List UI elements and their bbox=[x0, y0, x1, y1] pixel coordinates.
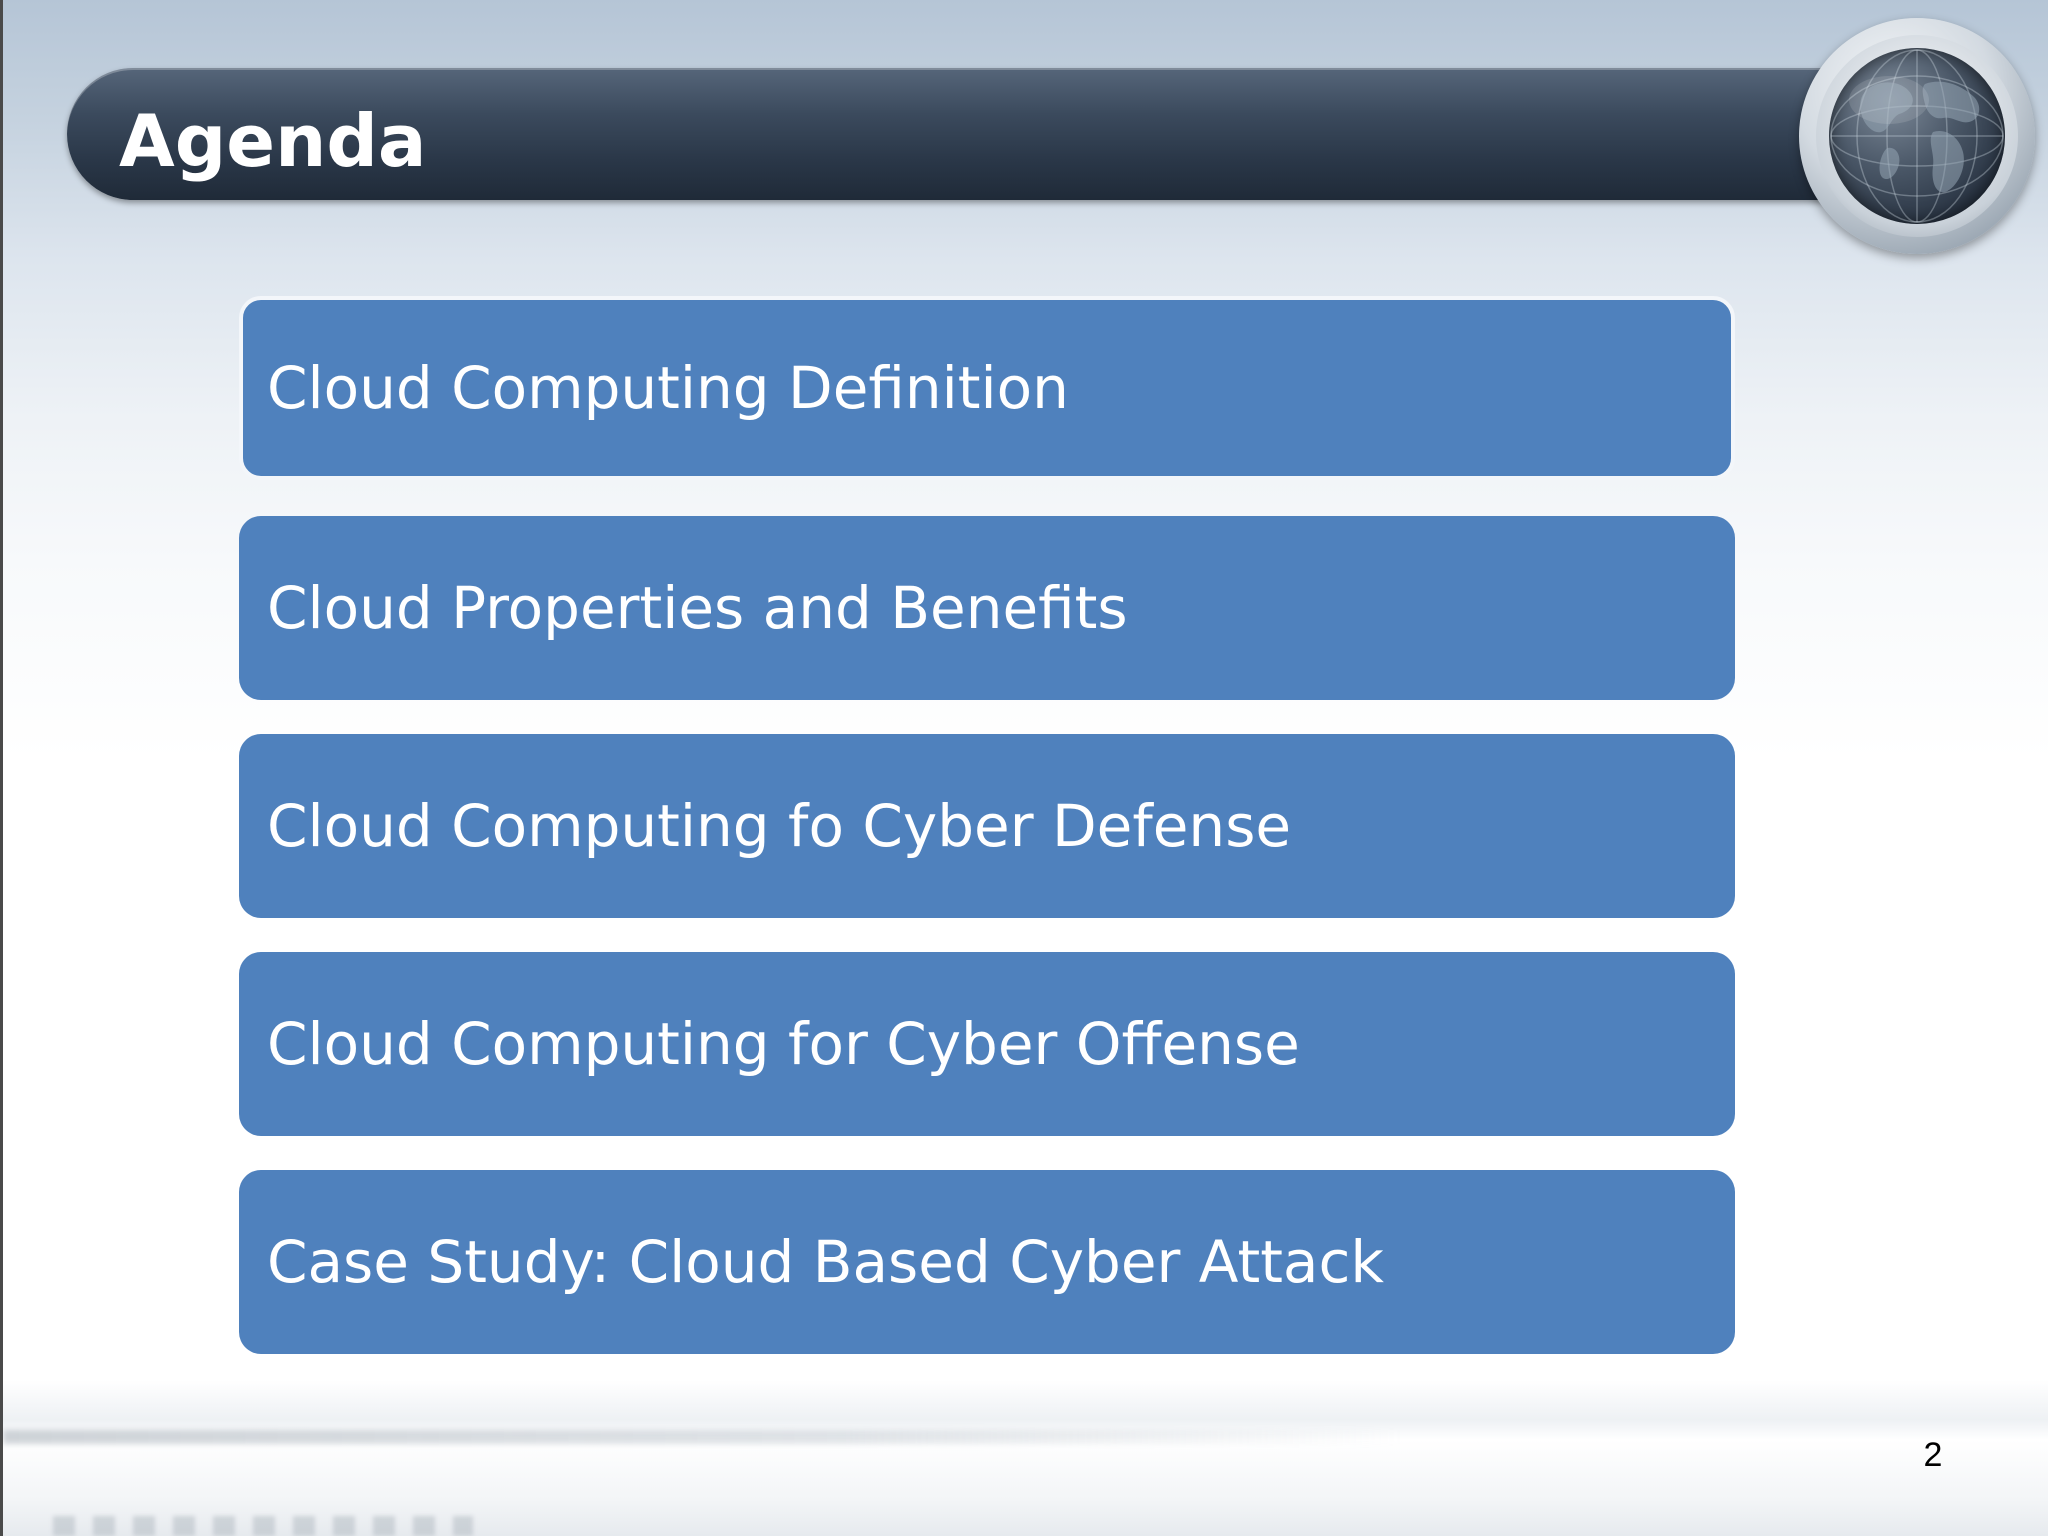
slide: Agenda Cloud Computing Definition Cloud … bbox=[0, 0, 2048, 1536]
agenda-item-label: Case Study: Cloud Based Cyber Attack bbox=[267, 1228, 1384, 1296]
agenda-item-cloud-properties-benefits[interactable]: Cloud Properties and Benefits bbox=[239, 516, 1735, 700]
slide-title: Agenda bbox=[119, 99, 427, 183]
decorative-streak bbox=[3, 1430, 1403, 1444]
agenda-item-cyber-offense[interactable]: Cloud Computing for Cyber Offense bbox=[239, 952, 1735, 1136]
agenda-item-label: Cloud Computing Definition bbox=[267, 354, 1069, 422]
agenda-item-label: Cloud Computing fo Cyber Defense bbox=[267, 792, 1292, 860]
agenda-item-label: Cloud Properties and Benefits bbox=[267, 574, 1128, 642]
agenda-item-case-study[interactable]: Case Study: Cloud Based Cyber Attack bbox=[239, 1170, 1735, 1354]
agenda-item-cloud-computing-definition[interactable]: Cloud Computing Definition bbox=[239, 296, 1735, 480]
agenda-item-label: Cloud Computing for Cyber Offense bbox=[267, 1010, 1300, 1078]
page-number: 2 bbox=[1923, 1436, 1943, 1474]
agenda-item-cyber-defense[interactable]: Cloud Computing fo Cyber Defense bbox=[239, 734, 1735, 918]
globe-icon bbox=[1829, 48, 2005, 224]
decorative-bars bbox=[53, 1516, 473, 1536]
